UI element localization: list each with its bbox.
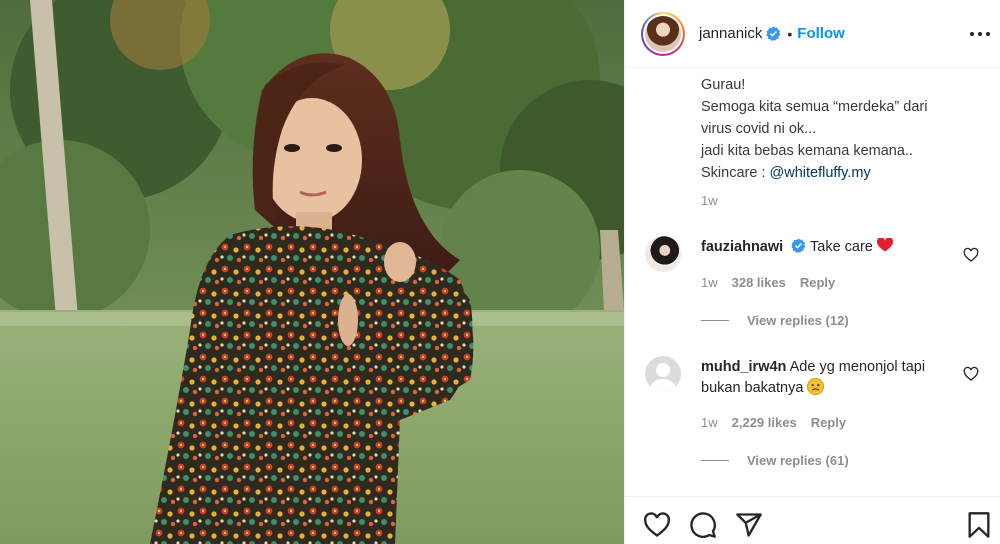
caption-line-skincare: Skincare : @whitefluffy.my bbox=[701, 162, 991, 184]
commenter-username[interactable]: muhd_irw4n bbox=[701, 359, 786, 375]
post-action-bar bbox=[625, 496, 1000, 544]
comment-body: fauziahnawi Take care bbox=[701, 237, 951, 258]
caption-line: Semoga kita semua “merdeka” dari bbox=[701, 99, 928, 115]
author-avatar-image bbox=[645, 15, 681, 52]
more-options-icon[interactable] bbox=[970, 24, 990, 44]
caption-line: Skincare : bbox=[701, 165, 770, 181]
post-side-panel: jannanick • Follow Gurau! Semoga kita se… bbox=[624, 0, 1000, 544]
comment-likes-count[interactable]: 2,229 likes bbox=[732, 415, 797, 430]
author-username[interactable]: jannanick bbox=[699, 25, 762, 42]
caption-timestamp[interactable]: 1w bbox=[701, 193, 718, 208]
view-replies-divider bbox=[701, 320, 729, 321]
comment-likes-count[interactable]: 328 likes bbox=[732, 275, 786, 290]
comment-timestamp[interactable]: 1w bbox=[701, 415, 718, 430]
comment-meta: 1w 2,229 likes Reply bbox=[701, 415, 846, 430]
save-bookmark-icon[interactable] bbox=[965, 511, 993, 539]
comment-body: muhd_irw4n Ade yg menonjol tapi bukan ba… bbox=[701, 357, 951, 399]
share-icon[interactable] bbox=[735, 511, 763, 539]
author-avatar[interactable] bbox=[641, 11, 685, 56]
caption-line: Gurau! bbox=[701, 77, 746, 93]
post-photo-image bbox=[0, 0, 624, 544]
worried-face-emoji bbox=[807, 378, 825, 396]
post-photo[interactable] bbox=[0, 0, 624, 544]
comment-reply-button[interactable]: Reply bbox=[811, 415, 846, 430]
comment-like-heart-icon[interactable] bbox=[963, 366, 979, 382]
verified-badge-icon bbox=[766, 26, 781, 41]
view-replies-button[interactable]: View replies (12) bbox=[701, 313, 849, 328]
follow-button[interactable]: Follow bbox=[797, 25, 845, 42]
view-replies-button[interactable]: View replies (61) bbox=[701, 453, 849, 468]
red-heart-emoji bbox=[876, 237, 893, 255]
commenter-username[interactable]: fauziahnawi bbox=[701, 239, 783, 255]
post-caption: Gurau! Semoga kita semua “merdeka” dari … bbox=[701, 74, 991, 184]
commenter-avatar[interactable] bbox=[645, 236, 681, 272]
post-header: jannanick • Follow bbox=[625, 0, 1000, 68]
comment-icon[interactable] bbox=[689, 511, 717, 539]
view-replies-label: View replies (12) bbox=[747, 313, 849, 328]
view-replies-divider bbox=[701, 460, 729, 461]
header-separator: • bbox=[787, 25, 793, 42]
caption-line: virus covid ni ok... bbox=[701, 121, 817, 137]
caption-line: jadi kita bebas kemana kemana.. bbox=[701, 143, 913, 159]
verified-badge-icon bbox=[791, 238, 806, 253]
commenter-avatar-default[interactable] bbox=[645, 356, 681, 392]
view-replies-label: View replies (61) bbox=[747, 453, 849, 468]
comment-reply-button[interactable]: Reply bbox=[800, 275, 835, 290]
comment-meta: 1w 328 likes Reply bbox=[701, 275, 835, 290]
comment-text: Take care bbox=[810, 239, 873, 255]
comment-like-heart-icon[interactable] bbox=[963, 247, 979, 263]
comment-timestamp[interactable]: 1w bbox=[701, 275, 718, 290]
caption-mention-link[interactable]: @whitefluffy.my bbox=[770, 165, 871, 181]
like-heart-icon[interactable] bbox=[643, 511, 671, 539]
